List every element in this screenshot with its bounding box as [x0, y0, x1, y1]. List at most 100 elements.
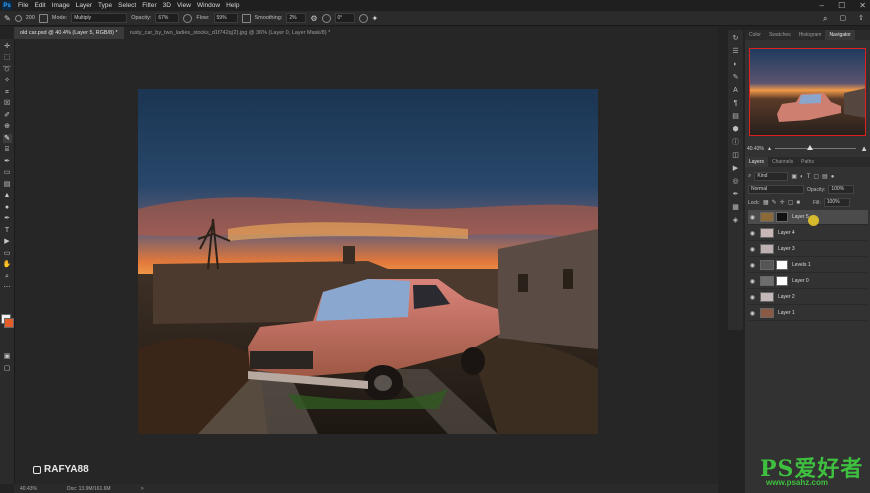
status-menu-arrow[interactable]: >: [141, 486, 144, 492]
tab-color[interactable]: Color: [745, 30, 765, 40]
filter-kind-select[interactable]: Kind: [754, 172, 789, 181]
paragraph-panel-icon[interactable]: ¶: [732, 100, 740, 108]
share-icon[interactable]: ⇧: [858, 14, 864, 24]
tab-navigator[interactable]: Navigator: [825, 30, 855, 40]
layer-thumbnail[interactable]: [760, 308, 774, 318]
layer-mask-thumbnail[interactable]: [776, 212, 788, 222]
layer-row-layer-0[interactable]: ◉ Layer 0: [748, 274, 868, 289]
brush-tool-icon[interactable]: ✎: [4, 14, 11, 23]
swatches-panel-icon[interactable]: ▦: [732, 204, 740, 212]
filter-pixel-icon[interactable]: ▣: [791, 173, 797, 180]
pressure-opacity-icon[interactable]: [183, 13, 193, 23]
actions-panel-icon[interactable]: ▶: [732, 165, 740, 173]
menu-3d[interactable]: 3D: [160, 2, 174, 9]
lock-all-icon[interactable]: ■: [796, 200, 800, 206]
quick-select-tool-icon[interactable]: ✧: [3, 76, 12, 85]
visibility-eye-icon[interactable]: ◉: [748, 310, 757, 317]
brush-settings-icon[interactable]: [38, 13, 48, 23]
filter-type-icon[interactable]: T: [807, 174, 811, 180]
blend-mode-select[interactable]: Normal: [748, 185, 804, 194]
visibility-eye-icon[interactable]: ◉: [748, 262, 757, 269]
marquee-tool-icon[interactable]: ⬚: [3, 53, 12, 62]
workspace-icon[interactable]: ▢: [840, 14, 847, 24]
tab-old-car[interactable]: old car.psd @ 40.4% (Layer 5, RGB/8) *: [14, 27, 124, 39]
stamp-tool-icon[interactable]: ⌸: [3, 145, 12, 154]
opacity-input[interactable]: 67%: [155, 13, 180, 23]
filter-adjustment-icon[interactable]: ◐: [800, 174, 804, 180]
quick-mask-icon[interactable]: ▣: [3, 352, 12, 361]
menu-window[interactable]: Window: [194, 2, 223, 9]
lasso-tool-icon[interactable]: ➰: [3, 65, 12, 74]
layer-thumbnail[interactable]: [760, 244, 774, 254]
menu-filter[interactable]: Filter: [139, 2, 159, 9]
layer-row-levels-1[interactable]: ◉ Levels 1: [748, 258, 868, 273]
blur-tool-icon[interactable]: ▲: [3, 191, 12, 200]
layer-name[interactable]: Layer 1: [778, 310, 795, 316]
zoom-tool-icon[interactable]: ⌕: [3, 272, 12, 281]
layer-name[interactable]: Layer 2: [778, 294, 795, 300]
pen-tool-icon[interactable]: ✒: [3, 214, 12, 223]
maximize-button[interactable]: ☐: [838, 0, 845, 11]
layer-name[interactable]: Layer 5: [792, 214, 809, 220]
background-color-swatch[interactable]: [4, 318, 14, 328]
tab-paths[interactable]: Paths: [797, 157, 818, 167]
hand-tool-icon[interactable]: ✋: [3, 260, 12, 269]
tab-swatches[interactable]: Swatches: [765, 30, 795, 40]
zoom-slider-knob[interactable]: [807, 145, 814, 150]
menu-file[interactable]: File: [15, 2, 31, 9]
dodge-tool-icon[interactable]: ●: [3, 203, 12, 212]
layer-row-layer-2[interactable]: ◉ Layer 2: [748, 290, 868, 305]
layer-row-layer-4[interactable]: ◉ Layer 4: [748, 226, 868, 241]
eyedropper-tool-icon[interactable]: ✐: [3, 111, 12, 120]
more-tools-icon[interactable]: ⋯: [3, 283, 12, 292]
brush-tool-icon[interactable]: ✎: [2, 133, 12, 143]
path-select-tool-icon[interactable]: ▶: [3, 237, 12, 246]
history-brush-tool-icon[interactable]: ✒: [3, 157, 12, 166]
properties-panel-icon[interactable]: ☰: [732, 48, 740, 56]
visibility-eye-icon[interactable]: ◉: [748, 294, 757, 301]
lock-transparent-icon[interactable]: ▦: [763, 199, 769, 206]
navigator-zoom-value[interactable]: 40.43%: [747, 146, 764, 152]
navigator-view-box[interactable]: [749, 48, 866, 136]
symmetry-icon[interactable]: ✦: [372, 14, 379, 23]
layer-mask-thumbnail[interactable]: [776, 260, 788, 270]
lock-pixels-icon[interactable]: ✎: [772, 199, 777, 206]
lock-position-icon[interactable]: ✛: [780, 199, 785, 206]
shape-tool-icon[interactable]: ▭: [3, 249, 12, 258]
layer-name[interactable]: Layer 4: [778, 230, 795, 236]
visibility-eye-icon[interactable]: ◉: [748, 278, 757, 285]
layer-row-layer-3[interactable]: ◉ Layer 3: [748, 242, 868, 257]
eraser-tool-icon[interactable]: ▭: [3, 168, 12, 177]
filter-smart-icon[interactable]: ▤: [822, 173, 828, 180]
adjustments-panel-icon[interactable]: ◐: [732, 61, 740, 69]
brush-settings-panel-icon[interactable]: ✎: [732, 74, 740, 82]
layer-thumbnail[interactable]: [760, 276, 774, 286]
menu-layer[interactable]: Layer: [73, 2, 95, 9]
styles-panel-icon[interactable]: ◈: [732, 217, 740, 225]
mode-select[interactable]: Multiply: [71, 13, 128, 23]
channels-panel-icon[interactable]: ◎: [732, 178, 740, 186]
layer-comps-panel-icon[interactable]: ◫: [732, 152, 740, 160]
menu-type[interactable]: Type: [95, 2, 115, 9]
tab-layers[interactable]: Layers: [745, 157, 769, 167]
visibility-eye-icon[interactable]: ◉: [748, 214, 757, 221]
layer-thumbnail[interactable]: [760, 228, 774, 238]
healing-tool-icon[interactable]: ⊕: [3, 122, 12, 131]
tab-channels[interactable]: Channels: [768, 157, 797, 167]
menu-view[interactable]: View: [174, 2, 194, 9]
navigator-thumbnail[interactable]: [749, 48, 866, 136]
tab-rusty-car[interactable]: rusty_car_by_two_ladies_stocks_d1f742q(2…: [124, 27, 337, 39]
menu-image[interactable]: Image: [49, 2, 73, 9]
menu-help[interactable]: Help: [223, 2, 242, 9]
tab-histogram[interactable]: Histogram: [795, 30, 826, 40]
layer-name[interactable]: Layer 3: [778, 246, 795, 252]
3d-panel-icon[interactable]: ⬢: [732, 126, 740, 134]
paths-panel-icon[interactable]: ✒: [732, 191, 740, 199]
history-panel-icon[interactable]: ↻: [732, 35, 740, 43]
visibility-eye-icon[interactable]: ◉: [748, 230, 757, 237]
minimize-button[interactable]: –: [820, 0, 824, 11]
zoom-in-icon[interactable]: ▲: [860, 144, 868, 153]
airbrush-icon[interactable]: [241, 13, 251, 23]
crop-tool-icon[interactable]: ⌗: [3, 88, 12, 97]
layer-mask-thumbnail[interactable]: [776, 276, 788, 286]
